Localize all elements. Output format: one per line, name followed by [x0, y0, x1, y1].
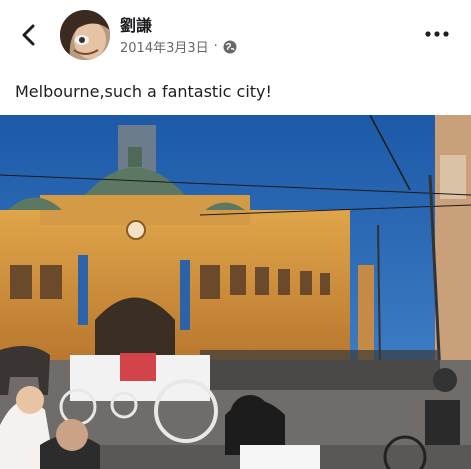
more-horizontal-icon[interactable] — [424, 26, 450, 42]
author-name[interactable]: 劉謙 — [120, 12, 152, 36]
post-caption: Melbourne,such a fantastic city! — [15, 82, 272, 101]
post-meta: 2014年3月3日 · — [120, 37, 237, 56]
chevron-left-icon[interactable] — [18, 22, 42, 48]
globe-icon — [223, 40, 237, 53]
station-photo — [0, 115, 471, 469]
avatar[interactable] — [60, 10, 110, 60]
meta-separator: · — [213, 39, 218, 54]
post-header: 劉謙 2014年3月3日 · — [0, 0, 471, 72]
post-photo[interactable] — [0, 115, 471, 469]
post-date[interactable]: 2014年3月3日 — [120, 37, 209, 56]
